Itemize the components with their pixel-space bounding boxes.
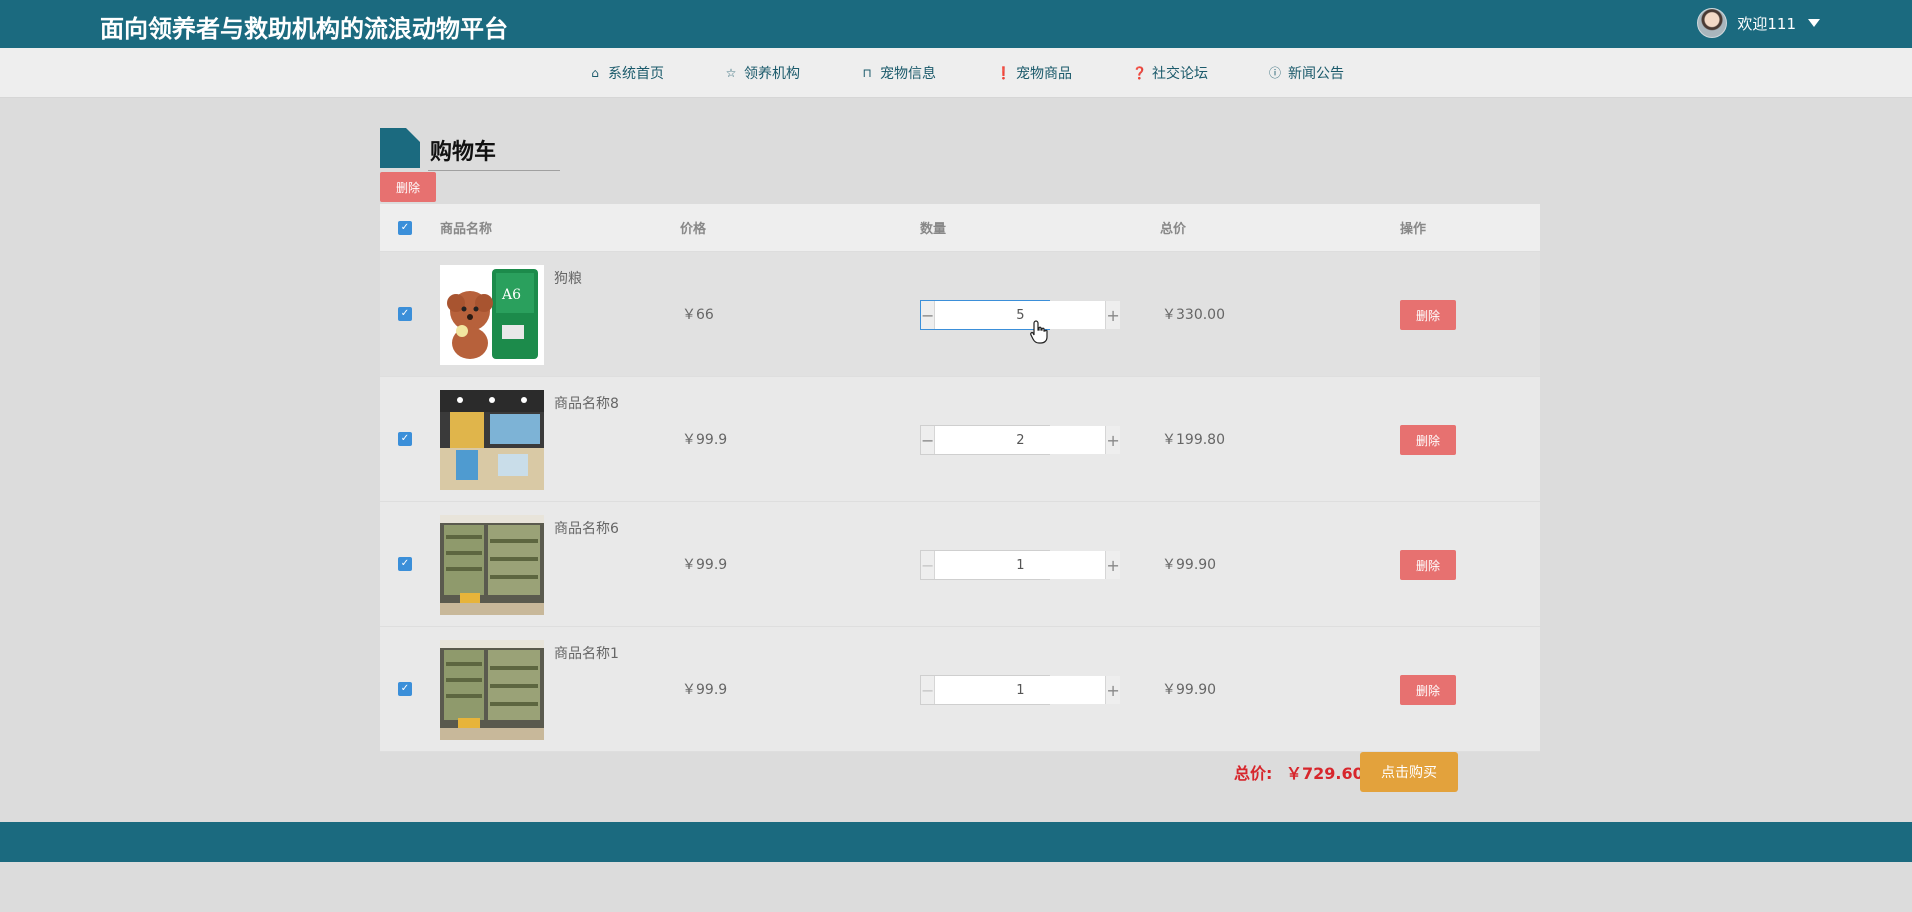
product-name[interactable]: 商品名称1	[554, 643, 619, 663]
nav-item-pet-info[interactable]: ⊓ 宠物信息	[830, 63, 966, 83]
welcome-text[interactable]: 欢迎111	[1737, 13, 1796, 34]
product-price: ￥99.9	[682, 682, 728, 698]
product-name[interactable]: 狗粮	[554, 268, 582, 288]
hand-cursor-icon	[1030, 320, 1048, 344]
row-delete-button[interactable]: 删除	[1400, 425, 1456, 455]
increase-button[interactable]: +	[1105, 676, 1120, 704]
info-circle-icon: ⓘ	[1268, 66, 1281, 80]
heading-underline	[428, 170, 560, 171]
nav-item-home[interactable]: ⌂ 系统首页	[558, 63, 694, 83]
header-total: 总价	[1160, 222, 1187, 237]
quantity-stepper[interactable]: − +	[920, 675, 1120, 705]
question-circle-icon: ❓	[1132, 65, 1147, 80]
header-op: 操作	[1400, 222, 1427, 237]
product-price: ￥99.9	[682, 432, 728, 448]
header-qty: 数量	[920, 222, 947, 237]
row-total: ￥199.80	[1162, 432, 1225, 448]
bulk-delete-button[interactable]: 删除	[380, 172, 436, 202]
row-total: ￥330.00	[1162, 307, 1225, 323]
row-checkbox[interactable]: ✓	[398, 432, 412, 446]
cart-table: ✓ 商品名称 价格 数量 总价 操作 ✓ A6 狗粮 ￥66 − 5 + ￥33…	[380, 204, 1540, 752]
product-price: ￥99.9	[682, 557, 728, 573]
top-bar: 面向领养者与救助机构的流浪动物平台 欢迎111	[0, 0, 1912, 48]
quantity-input[interactable]	[935, 426, 1106, 454]
row-checkbox[interactable]: ✓	[398, 307, 412, 321]
avatar[interactable]	[1697, 8, 1728, 38]
star-icon: ☆	[725, 65, 737, 80]
product-name[interactable]: 商品名称8	[554, 393, 619, 413]
nav-label: 宠物信息	[880, 65, 936, 82]
table-row: ✓ A6 狗粮 ￥66 − + ￥33	[380, 252, 1540, 377]
increase-button[interactable]: +	[1105, 551, 1120, 579]
nav-item-news[interactable]: ⓘ 新闻公告	[1238, 63, 1374, 83]
footer	[0, 822, 1912, 862]
product-price: ￥66	[682, 307, 714, 323]
quantity-stepper[interactable]: − +	[920, 425, 1120, 455]
nav-label: 新闻公告	[1288, 65, 1344, 82]
decrease-button[interactable]: −	[921, 676, 936, 704]
row-checkbox[interactable]: ✓	[398, 682, 412, 696]
page-heading: 购物车	[380, 128, 580, 172]
site-title: 面向领养者与救助机构的流浪动物平台	[100, 15, 508, 43]
row-delete-button[interactable]: 删除	[1400, 550, 1456, 580]
product-image[interactable]	[440, 390, 544, 490]
grand-total-value: ￥729.60	[1286, 764, 1364, 783]
select-all-checkbox[interactable]: ✓	[398, 220, 412, 235]
decrease-button[interactable]: −	[921, 301, 936, 329]
nav-item-agency[interactable]: ☆ 领养机构	[694, 63, 830, 83]
product-image[interactable]: A6	[440, 265, 544, 365]
grand-total-label: 总价:	[1234, 764, 1273, 783]
increase-button[interactable]: +	[1105, 301, 1120, 329]
quantity-stepper[interactable]: − +	[920, 550, 1120, 580]
buy-button[interactable]: 点击购买	[1360, 752, 1458, 792]
home-icon: ⌂	[591, 65, 599, 80]
nav-label: 社交论坛	[1152, 65, 1208, 82]
svg-text:A6: A6	[501, 287, 521, 303]
quantity-input[interactable]	[935, 676, 1106, 704]
nav-label: 系统首页	[608, 65, 664, 82]
main-nav: ⌂ 系统首页 ☆ 领养机构 ⊓ 宠物信息 ❗ 宠物商品 ❓ 社交论坛 ⓘ 新闻公…	[0, 48, 1912, 98]
quantity-input[interactable]	[935, 301, 1106, 329]
quantity-input[interactable]	[935, 551, 1106, 579]
caret-down-icon[interactable]	[1808, 19, 1820, 27]
table-row: ✓ 商品名称6 ￥99.9 − + ￥99.90	[380, 502, 1540, 627]
nav-label: 领养机构	[744, 65, 800, 82]
header-name: 商品名称	[440, 222, 493, 237]
product-image[interactable]	[440, 515, 544, 615]
table-header: ✓ 商品名称 价格 数量 总价 操作	[380, 204, 1540, 252]
user-menu[interactable]: 欢迎111	[1697, 6, 1820, 40]
decrease-button[interactable]: −	[921, 551, 936, 579]
info-circle-icon: ❗	[996, 65, 1011, 80]
product-name[interactable]: 商品名称6	[554, 518, 619, 538]
row-delete-button[interactable]: 删除	[1400, 675, 1456, 705]
bag-icon: ⊓	[862, 65, 872, 80]
table-row: ✓ 商品名称8 ￥99.9 − + ￥199.80 删除	[380, 377, 1540, 502]
row-total: ￥99.90	[1162, 682, 1217, 698]
nav-item-pet-goods[interactable]: ❗ 宠物商品	[966, 63, 1102, 83]
row-delete-button[interactable]: 删除	[1400, 300, 1456, 330]
nav-label: 宠物商品	[1016, 65, 1072, 82]
nav-item-forum[interactable]: ❓ 社交论坛	[1102, 63, 1238, 83]
product-image[interactable]	[440, 640, 544, 740]
row-checkbox[interactable]: ✓	[398, 557, 412, 571]
page-title: 购物车	[430, 140, 497, 165]
row-total: ￥99.90	[1162, 557, 1217, 573]
table-row: ✓ 商品名称1 ￥99.9 − + ￥99.90	[380, 627, 1540, 752]
decrease-button[interactable]: −	[921, 426, 936, 454]
heading-decoration	[380, 128, 420, 168]
increase-button[interactable]: +	[1105, 426, 1120, 454]
header-price: 价格	[680, 222, 707, 237]
